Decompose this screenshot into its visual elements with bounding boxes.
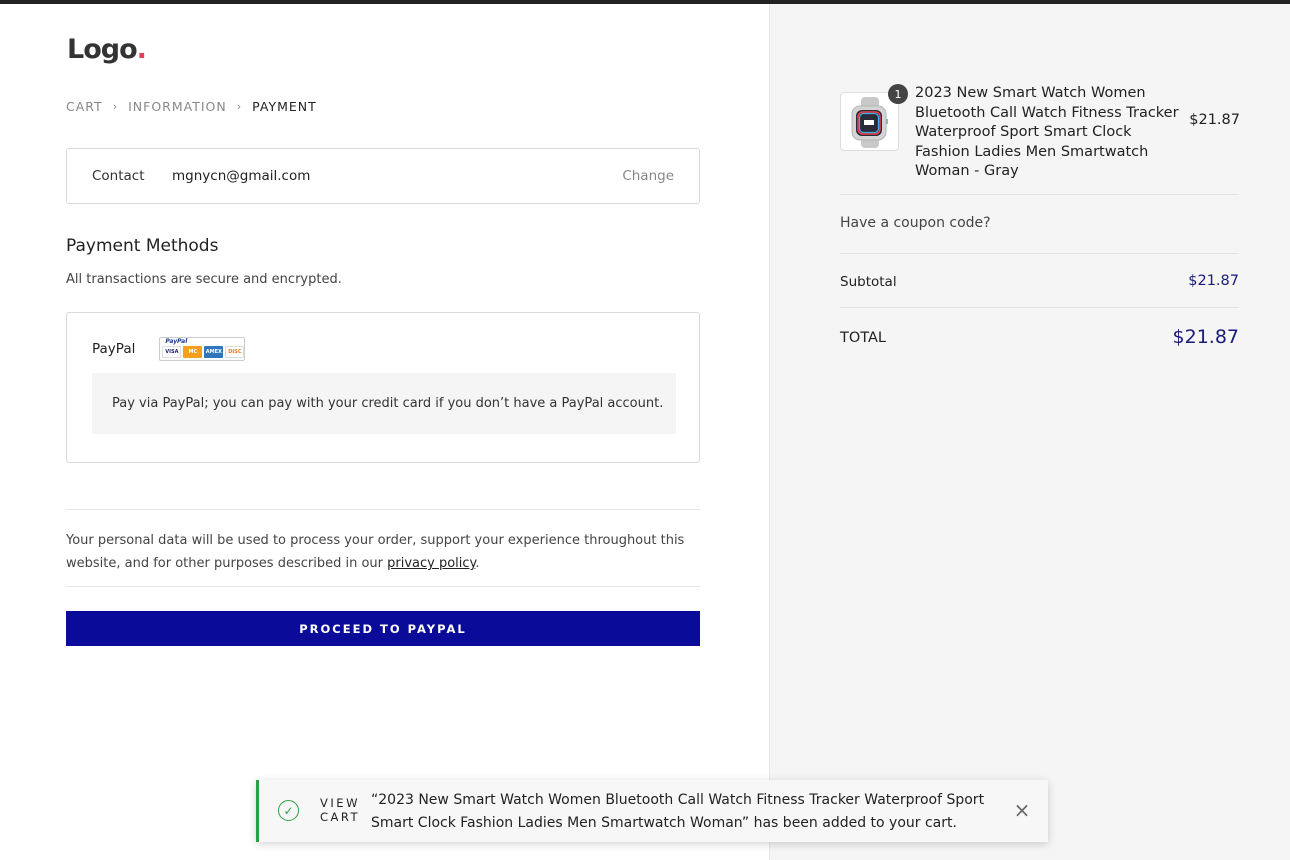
paypal-logo-icon: PayPal bbox=[165, 338, 188, 345]
quantity-badge: 1 bbox=[888, 84, 908, 104]
proceed-to-paypal-button[interactable]: PROCEED TO PAYPAL bbox=[66, 611, 700, 646]
view-cart-button[interactable]: VIEW CART bbox=[317, 796, 363, 824]
divider bbox=[840, 307, 1239, 308]
mastercard-icon: MC bbox=[183, 346, 203, 358]
contact-summary: Contact mgnycn@gmail.com Change bbox=[66, 148, 700, 204]
subtotal-label: Subtotal bbox=[840, 274, 897, 290]
visa-card-icon: VISA bbox=[162, 346, 182, 358]
check-circle-icon: ✓ bbox=[278, 800, 299, 821]
payment-methods-subtitle: All transactions are secure and encrypte… bbox=[66, 272, 342, 287]
divider bbox=[66, 586, 700, 587]
paypal-description: Pay via PayPal; you can pay with your cr… bbox=[92, 373, 676, 434]
order-summary: 1 2023 New Smart Watch Women Bluetooth C… bbox=[769, 4, 1290, 860]
breadcrumb-payment: PAYMENT bbox=[252, 99, 317, 114]
total-value: $21.87 bbox=[1172, 326, 1239, 348]
breadcrumb-cart[interactable]: CART bbox=[66, 99, 103, 114]
breadcrumb-information[interactable]: INFORMATION bbox=[128, 99, 227, 114]
contact-email: mgnycn@gmail.com bbox=[172, 168, 311, 184]
divider bbox=[66, 509, 700, 510]
change-contact-link[interactable]: Change bbox=[622, 168, 674, 184]
logo[interactable]: Logo. bbox=[67, 34, 147, 65]
chevron-right-icon: › bbox=[112, 100, 119, 113]
paypal-payment-option[interactable]: PayPal PayPal VISA MC AMEX DISC Pay via … bbox=[66, 312, 700, 463]
privacy-notice: Your personal data will be used to proce… bbox=[66, 533, 685, 571]
total-label: TOTAL bbox=[840, 330, 886, 346]
divider bbox=[840, 194, 1239, 195]
checkout-main: Logo. CART › INFORMATION › PAYMENT Conta… bbox=[0, 4, 769, 860]
added-to-cart-notice: ✓ VIEW CART “2023 New Smart Watch Women … bbox=[256, 780, 1048, 842]
coupon-toggle[interactable]: Have a coupon code? bbox=[840, 215, 991, 231]
discover-card-icon: DISC bbox=[225, 346, 245, 358]
cart-line-item: 1 2023 New Smart Watch Women Bluetooth C… bbox=[840, 84, 1240, 179]
notice-message: “2023 New Smart Watch Women Bluetooth Ca… bbox=[371, 792, 985, 831]
subtotal-value: $21.87 bbox=[1188, 273, 1239, 289]
paypal-label: PayPal bbox=[92, 341, 136, 357]
paypal-header: PayPal PayPal VISA MC AMEX DISC bbox=[92, 337, 246, 361]
chevron-right-icon: › bbox=[236, 100, 243, 113]
product-price: $21.87 bbox=[1189, 112, 1240, 128]
privacy-policy-link[interactable]: privacy policy bbox=[387, 556, 475, 571]
breadcrumb: CART › INFORMATION › PAYMENT bbox=[66, 99, 317, 114]
accepted-cards-icon: PayPal VISA MC AMEX DISC bbox=[159, 337, 246, 361]
product-name: 2023 New Smart Watch Women Bluetooth Cal… bbox=[915, 85, 1179, 179]
close-icon[interactable]: × bbox=[1012, 798, 1032, 822]
payment-methods-title: Payment Methods bbox=[66, 236, 219, 256]
amex-card-icon: AMEX bbox=[204, 346, 224, 358]
divider bbox=[840, 253, 1239, 254]
contact-label: Contact bbox=[92, 168, 145, 184]
